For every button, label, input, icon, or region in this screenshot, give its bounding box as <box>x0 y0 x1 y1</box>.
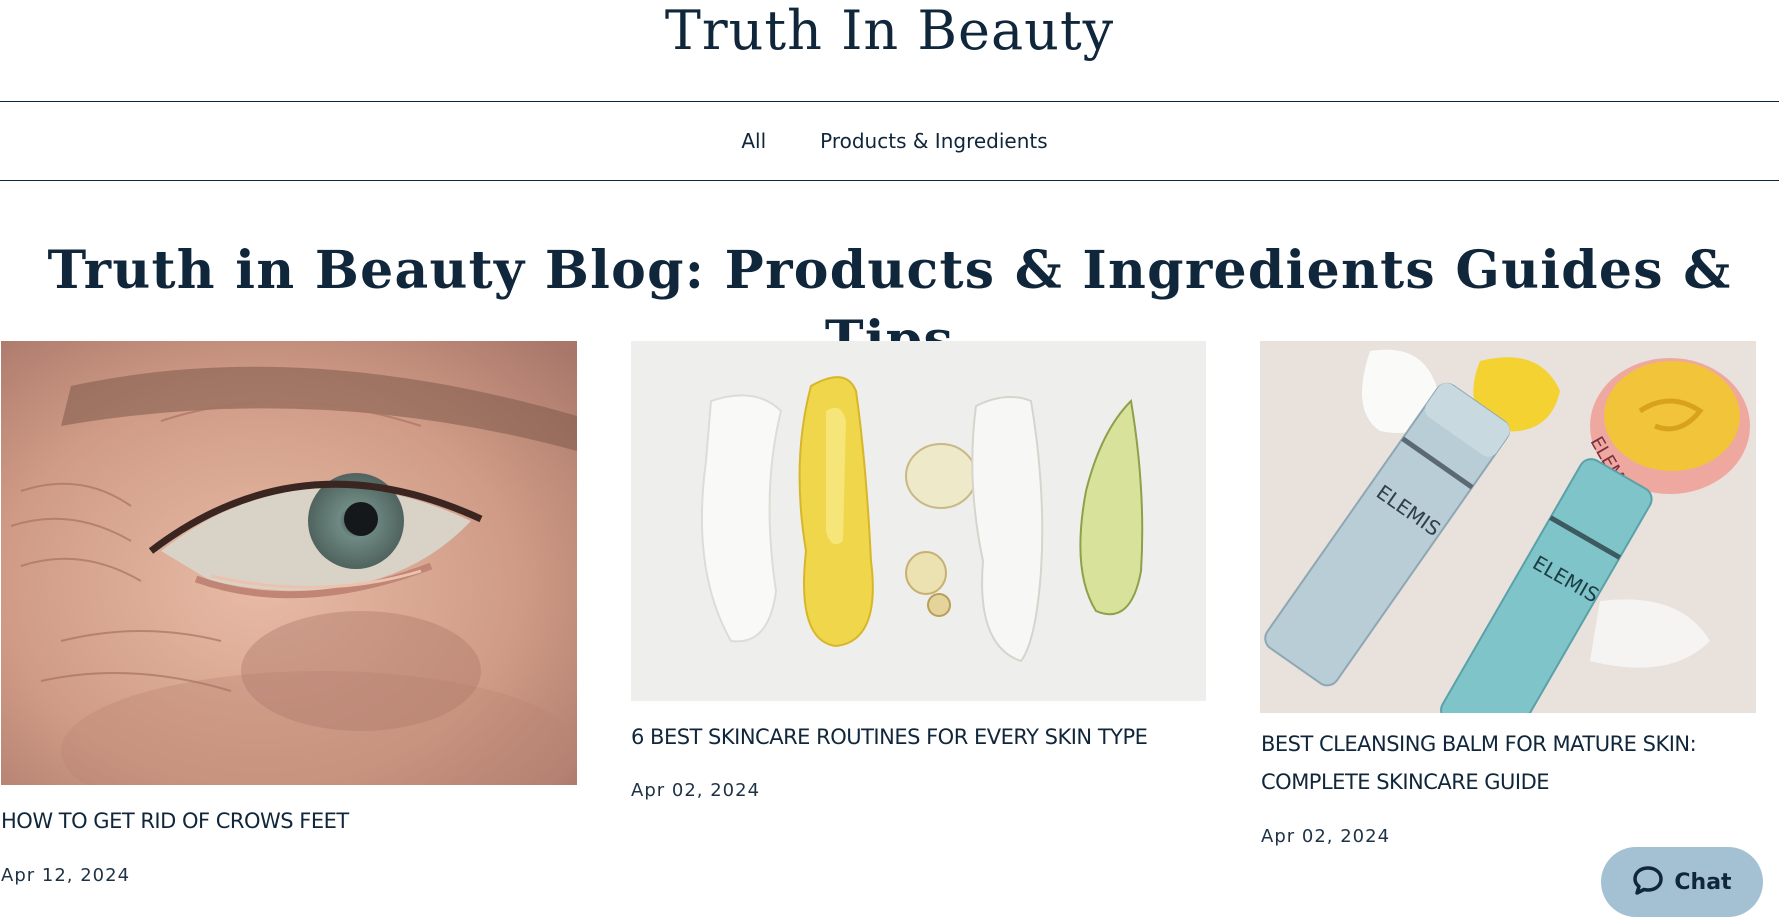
post-title[interactable]: BEST CLEANSING BALM FOR MATURE SKIN: COM… <box>1261 725 1751 801</box>
product-swatches-image[interactable] <box>631 341 1206 701</box>
chat-bubble-icon <box>1632 865 1664 900</box>
product-swatches-illustration <box>700 376 1144 663</box>
post-date: Apr 02, 2024 <box>631 780 761 801</box>
blog-card-cleansing-balm[interactable]: ELEMIS ELEMIS ELEMIS BEST CLEANSING BALM… <box>1260 341 1760 861</box>
blog-card-skincare-routines[interactable]: 6 BEST SKINCARE ROUTINES FOR EVERY SKIN … <box>630 341 1208 821</box>
post-date: Apr 12, 2024 <box>1 865 131 886</box>
blog-card-crows-feet[interactable]: HOW TO GET RID OF CROWS FEET Apr 12, 202… <box>0 341 578 911</box>
eye-closeup-image[interactable] <box>1 341 577 785</box>
elemis-products-illustration: ELEMIS ELEMIS ELEMIS <box>1264 349 1750 713</box>
post-title[interactable]: 6 BEST SKINCARE ROUTINES FOR EVERY SKIN … <box>631 718 1231 756</box>
site-title[interactable]: Truth In Beauty <box>0 0 1779 70</box>
chat-label: Chat <box>1674 869 1732 895</box>
nav-item-all[interactable]: All <box>731 129 766 153</box>
chat-button[interactable]: Chat <box>1601 847 1763 917</box>
elemis-products-image[interactable]: ELEMIS ELEMIS ELEMIS <box>1260 341 1756 713</box>
post-date: Apr 02, 2024 <box>1261 826 1391 847</box>
category-nav: All Products & Ingredients <box>0 101 1779 181</box>
nav-item-products-ingredients[interactable]: Products & Ingredients <box>810 129 1048 153</box>
post-title[interactable]: HOW TO GET RID OF CROWS FEET <box>1 802 577 840</box>
eye-closeup-illustration <box>1 341 577 785</box>
